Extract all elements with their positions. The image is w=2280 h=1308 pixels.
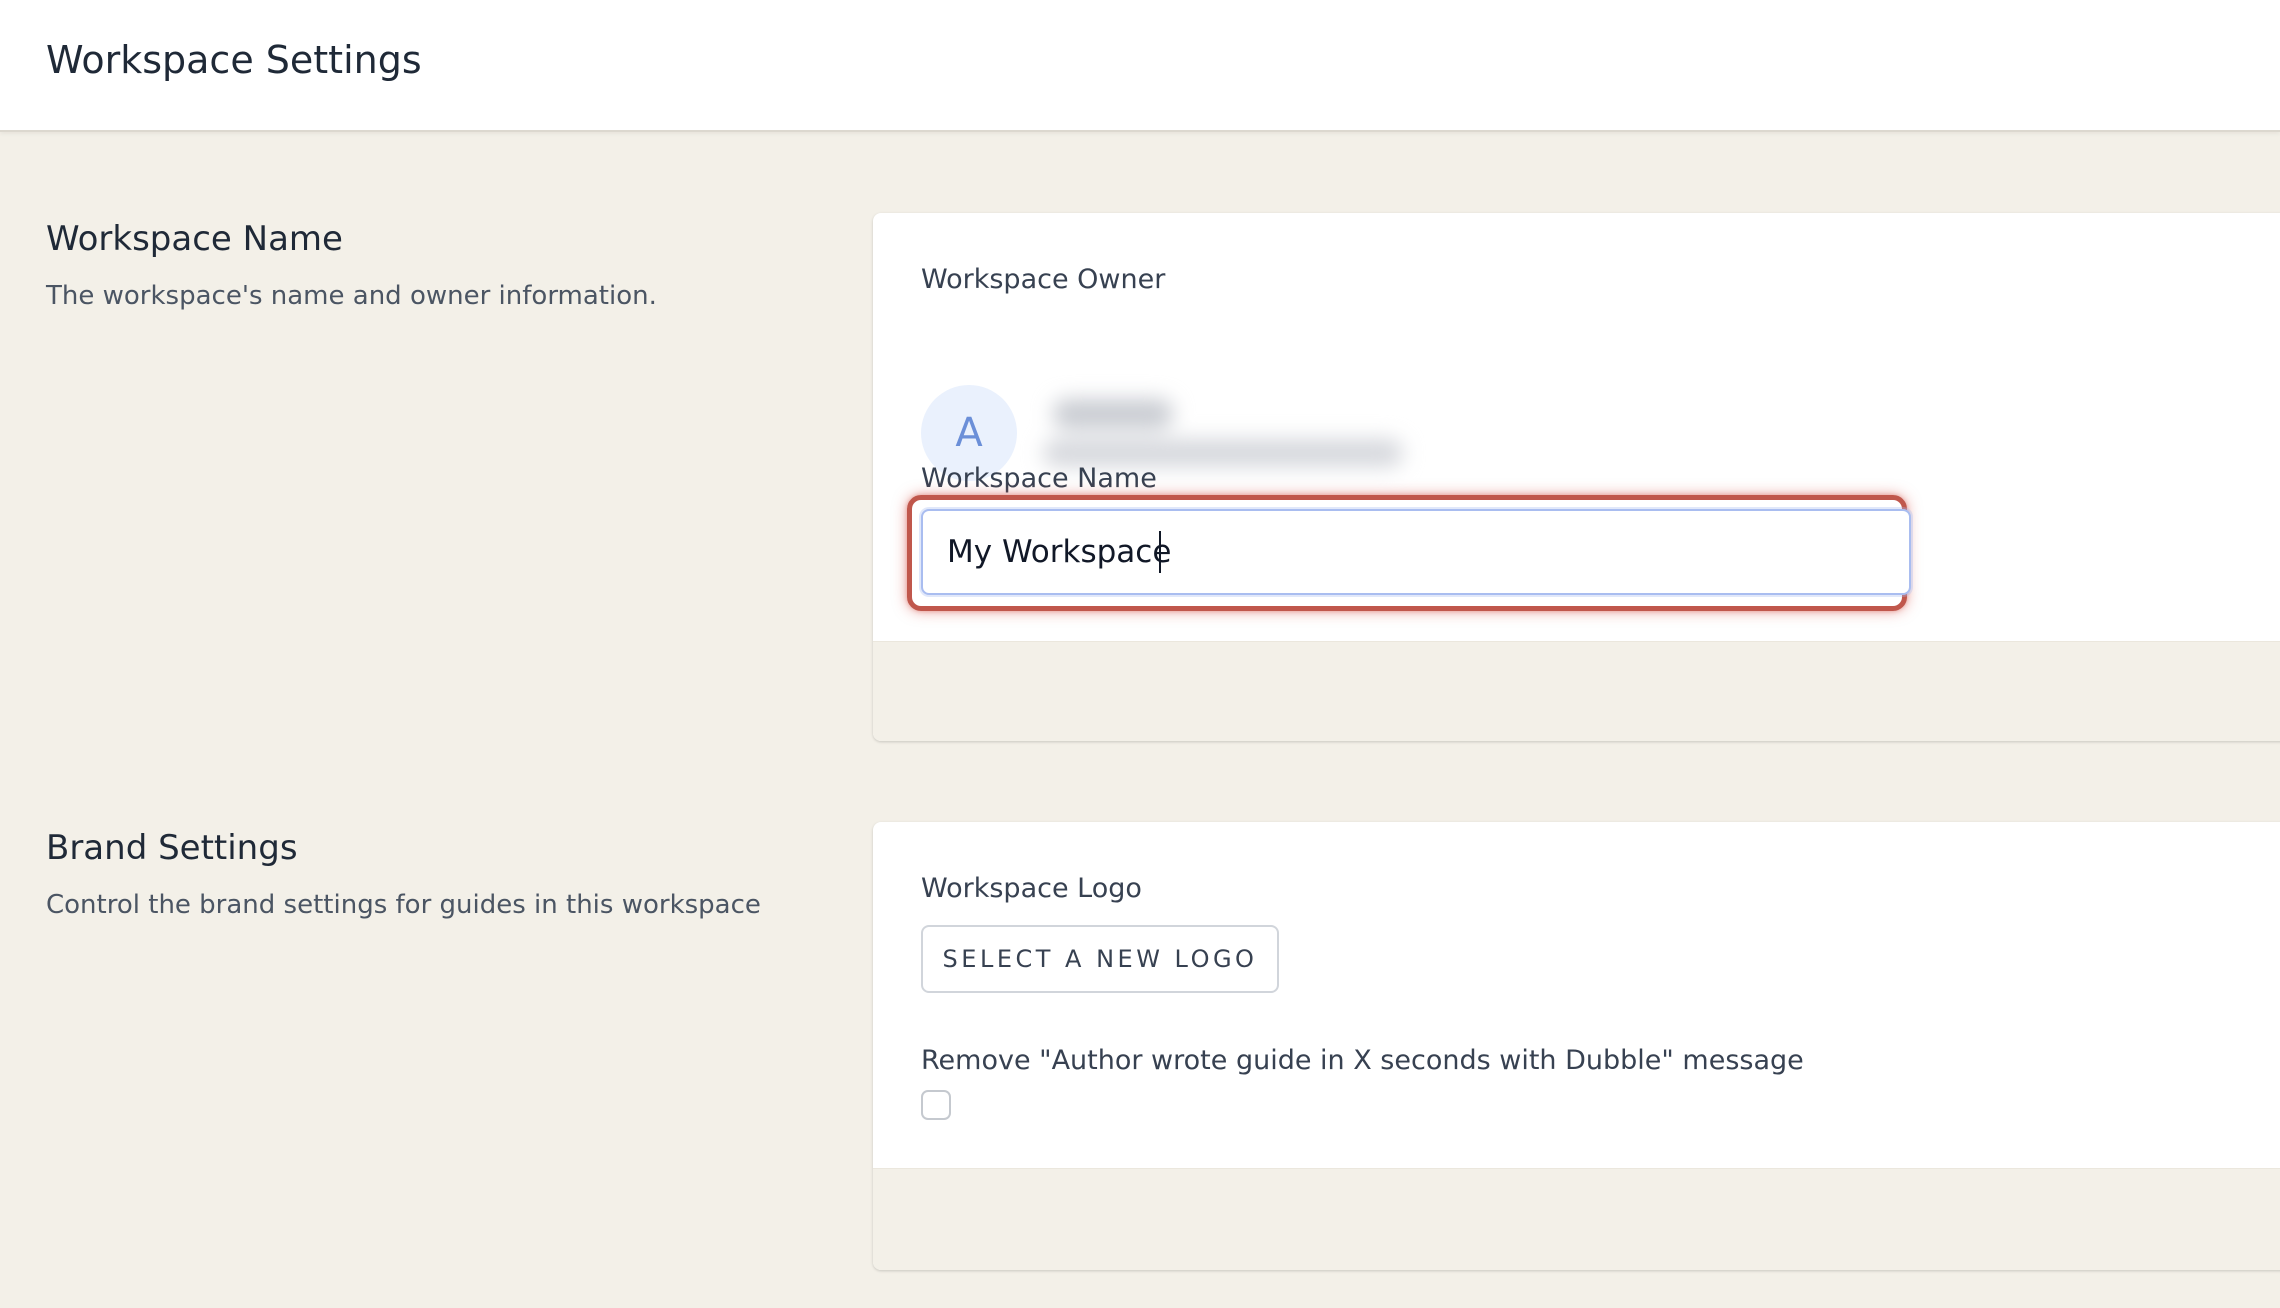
workspace-name-input[interactable]: [921, 509, 1911, 595]
remove-message-checkbox[interactable]: [921, 1090, 951, 1120]
select-new-logo-button[interactable]: SELECT A NEW LOGO: [921, 925, 1279, 993]
workspace-name-heading: Workspace Name: [46, 219, 343, 259]
workspace-name-label: Workspace Name: [921, 463, 1157, 494]
workspace-name-card-footer: [873, 641, 2280, 741]
workspace-owner-label: Workspace Owner: [921, 264, 1166, 295]
workspace-name-description: The workspace's name and owner informati…: [46, 281, 657, 311]
text-caret: [1159, 531, 1161, 573]
workspace-logo-label: Workspace Logo: [921, 873, 1142, 904]
brand-settings-card-footer: [873, 1168, 2280, 1270]
top-bar: Workspace Settings: [0, 0, 2280, 132]
page-title: Workspace Settings: [46, 38, 422, 82]
brand-settings-description: Control the brand settings for guides in…: [46, 890, 761, 920]
workspace-name-card: Workspace Owner A Workspace Name: [873, 213, 2280, 741]
remove-message-label: Remove "Author wrote guide in X seconds …: [921, 1045, 1804, 1076]
brand-settings-card: Workspace Logo SELECT A NEW LOGO Remove …: [873, 822, 2280, 1270]
brand-settings-heading: Brand Settings: [46, 828, 298, 868]
